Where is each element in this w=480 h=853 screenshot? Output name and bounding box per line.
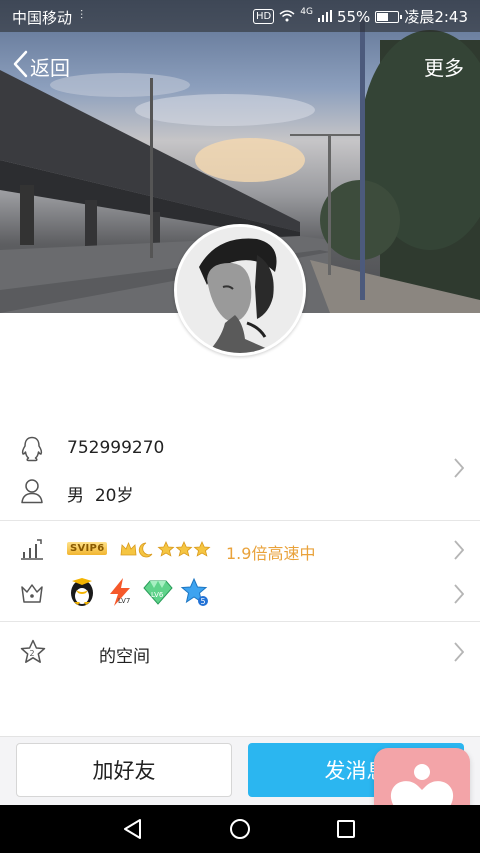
avatar[interactable] [174,224,306,356]
carrier-label: 中国移动 [12,9,73,27]
svg-text:LV6: LV6 [151,591,164,599]
rank-bars-icon [20,538,44,564]
level-icons [120,540,214,562]
age: 20岁 [94,486,134,506]
badges-row[interactable]: LV7 LV6 5 [0,574,480,620]
battery-icon [375,10,403,23]
back-triangle-icon[interactable] [122,818,144,844]
qq-number: 752999270 [67,438,165,458]
status-icons: HD 4G 55% 凌晨2:43 [253,6,468,27]
space-label: 的空间 [99,647,150,667]
back-button[interactable]: 返回 [12,50,70,83]
clock: 凌晨2:43 [404,8,468,26]
gender: 男 [67,486,84,506]
back-label: 返回 [30,56,70,80]
wifi-icon [279,8,295,26]
vibrate-icon: ⫶ [80,8,84,22]
gender-age: 男 20岁 [67,481,133,506]
svip-badge: SVIP6 [67,542,108,555]
penguin-outline-icon [20,436,44,466]
signal-icon [317,8,332,26]
star-level-badge-icon: 5 [180,577,210,611]
crown-outline-icon [20,582,44,608]
space-row[interactable]: 2 的空间 [0,623,480,683]
divider [0,621,480,622]
status-bar: 中国移动 ⫶ HD 4G 55% 凌晨2:43 [0,0,480,32]
chevron-right-icon [454,642,465,666]
svg-text:LV7: LV7 [118,597,130,605]
add-friend-button[interactable]: 加好友 [16,743,232,797]
gem-level-badge-icon: LV6 [143,578,173,610]
speed-text: 1.9倍高速中 [226,544,316,563]
more-button[interactable]: 更多 [424,52,464,81]
profile-screen: 中国移动 ⫶ HD 4G 55% 凌晨2:43 返回 更多 752999270 … [0,0,480,853]
divider [0,520,480,521]
recents-square-icon[interactable] [336,819,356,843]
network-type: 4G [300,6,313,17]
chevron-right-icon [454,458,465,482]
hd-icon: HD [253,9,275,24]
qq-number-row[interactable]: 752999270 男 20岁 [0,430,480,510]
chevron-right-icon [454,584,465,608]
lightning-level-badge-icon: LV7 [105,577,135,611]
chevron-left-icon [12,50,30,83]
qq-penguin-badge-icon [68,577,96,611]
svg-text:2: 2 [30,649,35,658]
star-outline-icon: 2 [20,639,46,669]
battery-percent: 55% [336,7,371,26]
person-outline-icon [20,478,44,508]
svg-text:5: 5 [201,597,206,606]
chevron-right-icon [454,540,465,564]
home-circle-icon[interactable] [229,818,251,844]
system-nav-bar [0,805,480,853]
